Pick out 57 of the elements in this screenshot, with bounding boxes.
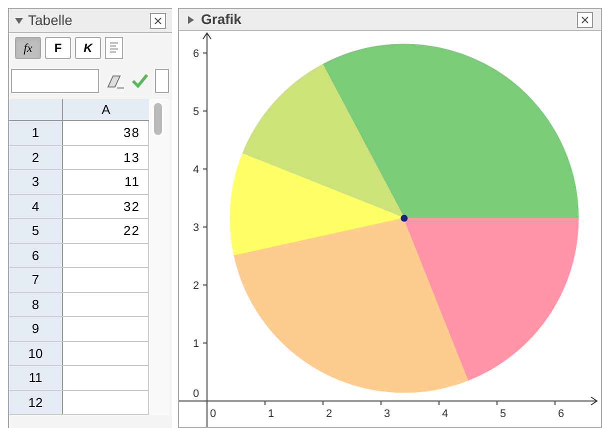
scrollbar[interactable]: [149, 99, 169, 415]
collapse-triangle-icon[interactable]: [15, 16, 23, 24]
row-header[interactable]: 8: [9, 292, 63, 316]
center-point: [400, 214, 408, 222]
table-cell[interactable]: 32: [63, 194, 149, 218]
panel-title: Tabelle: [28, 11, 74, 30]
y-tick-label: 4: [193, 164, 200, 176]
table-cell[interactable]: 38: [63, 121, 149, 144]
style-toggle[interactable]: F: [45, 37, 71, 59]
input-field[interactable]: [155, 69, 169, 93]
table-cell[interactable]: 11: [63, 170, 149, 194]
table-cell[interactable]: [63, 292, 149, 316]
table-cell[interactable]: 22: [63, 219, 149, 242]
table-cell[interactable]: [63, 244, 149, 267]
table-cell[interactable]: [63, 317, 149, 340]
row-header[interactable]: 10: [9, 342, 63, 365]
row-header[interactable]: 11: [9, 366, 63, 390]
x-tick-label: 5: [500, 408, 506, 420]
close-button[interactable]: [150, 12, 166, 28]
close-icon: [581, 16, 589, 24]
table-cell[interactable]: 13: [63, 146, 149, 169]
expand-triangle-icon[interactable]: [187, 16, 195, 24]
table-cell[interactable]: [63, 342, 149, 365]
row-header[interactable]: 5: [9, 219, 63, 242]
x-tick-label: 4: [442, 408, 448, 420]
panel-title: Grafik: [201, 10, 242, 29]
align-button[interactable]: [105, 37, 123, 59]
x-tick-label: 3: [384, 408, 390, 420]
close-button[interactable]: [577, 12, 593, 28]
formula-toggle[interactable]: fx: [15, 37, 41, 59]
checkmark-icon[interactable]: [131, 73, 149, 89]
input-field[interactable]: [11, 69, 99, 93]
row-header[interactable]: 1: [9, 121, 63, 144]
row-header[interactable]: 4: [9, 194, 63, 218]
y-tick-label: 6: [193, 48, 200, 60]
row-header[interactable]: 7: [9, 268, 63, 292]
row-header[interactable]: 3: [9, 170, 63, 194]
y-tick-label: 1: [193, 338, 200, 350]
row-header[interactable]: 2: [9, 146, 63, 169]
table-cell[interactable]: [63, 268, 149, 292]
row-header[interactable]: 6: [9, 244, 63, 267]
row-header[interactable]: 9: [9, 317, 63, 340]
x-tick-label: 1: [268, 408, 274, 420]
y-tick-label: 5: [193, 106, 200, 118]
table-cell[interactable]: [63, 366, 149, 390]
table-cell[interactable]: [63, 390, 149, 414]
x-tick-label: 2: [326, 408, 332, 420]
y-tick-label: 2: [193, 280, 200, 292]
x-tick-label: 6: [558, 408, 564, 420]
align-icon: [109, 42, 119, 54]
style-toggle[interactable]: K: [75, 37, 101, 59]
close-icon: [154, 16, 162, 24]
y-tick-label: 3: [193, 222, 200, 234]
row-header[interactable]: 12: [9, 390, 63, 414]
y-tick-label: 0: [193, 388, 200, 400]
x-tick-label: 0: [210, 408, 216, 420]
eraser-icon[interactable]: [105, 73, 125, 89]
